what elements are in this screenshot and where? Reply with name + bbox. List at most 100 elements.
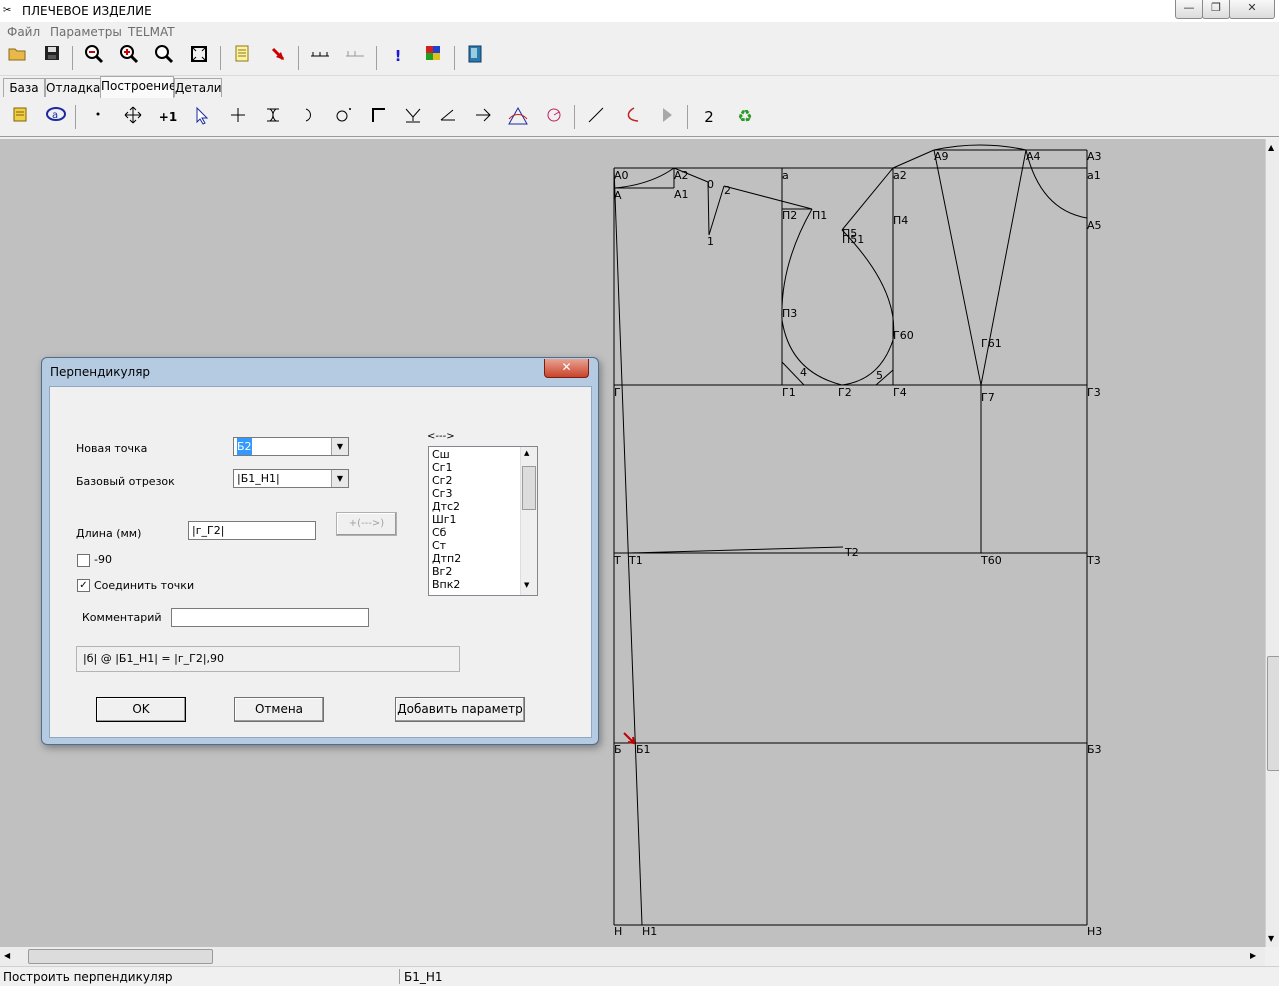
corner-icon[interactable] bbox=[366, 105, 390, 129]
triangle-arc-icon[interactable] bbox=[506, 105, 530, 129]
horizontal-scrollbar[interactable]: ◀ ▶ bbox=[0, 947, 1265, 966]
length-label: Длина (мм) bbox=[76, 527, 142, 540]
window-title: ПЛЕЧЕВОЕ ИЗДЕЛИЕ bbox=[22, 4, 152, 18]
point-label: П1 bbox=[812, 209, 827, 222]
scroll-up-icon[interactable]: ▲ bbox=[524, 449, 529, 457]
list-item[interactable]: Впк2 bbox=[432, 578, 461, 591]
point-label: Н3 bbox=[1087, 925, 1102, 938]
tab-debug[interactable]: Отладка bbox=[45, 78, 101, 97]
cross-icon[interactable] bbox=[226, 105, 250, 129]
point-label: Т1 bbox=[628, 554, 643, 567]
list-item[interactable]: Сб bbox=[432, 526, 461, 539]
menu-file[interactable]: Файл bbox=[7, 25, 40, 39]
zoom-icon[interactable] bbox=[152, 44, 176, 68]
cancel-button[interactable]: Отмена bbox=[234, 697, 324, 722]
menu-parameters[interactable]: Параметры bbox=[50, 25, 122, 39]
tab-base[interactable]: База bbox=[3, 78, 45, 97]
zoom-in-icon[interactable] bbox=[117, 44, 141, 68]
tab-construction[interactable]: Построение bbox=[100, 76, 176, 98]
plus-one-icon[interactable]: +1 bbox=[156, 105, 180, 129]
palette-icon[interactable] bbox=[421, 44, 445, 68]
scroll-down-icon[interactable]: ▼ bbox=[1268, 934, 1274, 943]
tab-details[interactable]: Детали bbox=[174, 78, 222, 97]
point-label: Г4 bbox=[893, 386, 907, 399]
chevron-down-icon[interactable]: ▼ bbox=[331, 470, 348, 487]
new-point-combo[interactable]: Б2 ▼ bbox=[233, 437, 349, 456]
curve-icon[interactable] bbox=[619, 105, 643, 129]
document-icon[interactable] bbox=[230, 44, 254, 68]
list-scrollbar[interactable]: ▲ ▼ bbox=[520, 447, 537, 595]
circle-point-icon[interactable] bbox=[331, 105, 355, 129]
point-label: Б bbox=[614, 743, 622, 756]
pattern-line bbox=[841, 167, 894, 231]
bracket-icon[interactable] bbox=[261, 105, 285, 129]
book-icon[interactable] bbox=[463, 44, 487, 68]
point-label: 5 bbox=[876, 369, 883, 382]
base-segment-combo[interactable]: |Б1_Н1| ▼ bbox=[233, 469, 349, 488]
arc-circle-icon[interactable] bbox=[542, 105, 566, 129]
exclamation-icon[interactable]: ! bbox=[386, 44, 410, 68]
scroll-down-icon[interactable]: ▼ bbox=[524, 581, 529, 589]
parameter-list[interactable]: Сш Сг1 Сг2 Сг3 Дтс2 Шг1 Сб Ст Дтп2 Вг2 Впк2 ▲ ▼ bbox=[428, 446, 538, 596]
list-item[interactable]: Дтп2 bbox=[432, 552, 461, 565]
horizontal-scroll-thumb[interactable] bbox=[28, 949, 213, 964]
ok-button[interactable]: OK bbox=[96, 697, 186, 722]
perpendicular-icon[interactable] bbox=[401, 105, 425, 129]
list-scroll-thumb[interactable] bbox=[522, 466, 536, 510]
point-label: Г2 bbox=[838, 386, 852, 399]
chevron-down-icon[interactable]: ▼ bbox=[331, 438, 348, 455]
list-item[interactable]: Сш bbox=[432, 448, 461, 461]
measure-icon[interactable] bbox=[308, 44, 332, 68]
counter-label[interactable]: 2 bbox=[697, 105, 721, 129]
pointer-tool-icon[interactable] bbox=[266, 44, 290, 68]
length-value: |г_Г2| bbox=[192, 524, 225, 537]
pattern-line bbox=[892, 149, 935, 169]
line-icon[interactable] bbox=[584, 105, 608, 129]
vertical-scrollbar[interactable]: ▲ ▼ bbox=[1265, 139, 1279, 947]
open-folder-icon[interactable] bbox=[5, 44, 29, 68]
close-button[interactable]: ✕ bbox=[1229, 0, 1275, 19]
angle-icon[interactable] bbox=[436, 105, 460, 129]
minus90-checkbox[interactable] bbox=[77, 554, 90, 567]
list-item[interactable]: Сг2 bbox=[432, 474, 461, 487]
point-label: а1 bbox=[1087, 169, 1101, 182]
half-circle-icon[interactable] bbox=[296, 105, 320, 129]
scroll-left-icon[interactable]: ◀ bbox=[4, 951, 10, 960]
cursor-marker-icon bbox=[623, 732, 636, 745]
zoom-out-icon[interactable] bbox=[82, 44, 106, 68]
list-item[interactable]: Дтс2 bbox=[432, 500, 461, 513]
list-item[interactable]: Сг3 bbox=[432, 487, 461, 500]
move-icon[interactable] bbox=[121, 105, 145, 129]
maximize-button[interactable]: ❐ bbox=[1202, 0, 1230, 19]
list-item[interactable]: Сг1 bbox=[432, 461, 461, 474]
comment-input[interactable] bbox=[171, 608, 369, 627]
point-icon[interactable] bbox=[86, 105, 110, 129]
recycle-icon[interactable]: ♻ bbox=[733, 105, 757, 129]
vertical-scroll-thumb[interactable] bbox=[1267, 656, 1279, 771]
notes-icon[interactable] bbox=[8, 105, 32, 129]
connect-points-checkbox[interactable]: ✓ bbox=[77, 579, 90, 592]
pattern-curve bbox=[781, 208, 843, 386]
dialog-body: Новая точка Б2 ▼ Базовый отрезок |Б1_Н1|… bbox=[49, 386, 592, 738]
scroll-up-icon[interactable]: ▲ bbox=[1268, 143, 1274, 152]
point-label: А3 bbox=[1087, 150, 1102, 163]
add-parameter-button[interactable]: Добавить параметр bbox=[395, 697, 525, 722]
tab-strip: База Отладка Построение Детали bbox=[0, 76, 1279, 98]
fit-view-icon[interactable] bbox=[187, 44, 211, 68]
arrow-right-icon[interactable] bbox=[471, 105, 495, 129]
expression-text: |б| @ |Б1_Н1| = |г_Г2|,90 bbox=[83, 652, 225, 665]
list-item[interactable]: Ст bbox=[432, 539, 461, 552]
menu-telmat[interactable]: TELMAT bbox=[128, 25, 175, 39]
save-icon[interactable] bbox=[40, 44, 64, 68]
length-input[interactable]: |г_Г2| bbox=[188, 521, 316, 540]
list-item[interactable]: Шг1 bbox=[432, 513, 461, 526]
list-item[interactable]: Вг2 bbox=[432, 565, 461, 578]
select-arrow-icon[interactable] bbox=[191, 105, 215, 129]
point-label: Т2 bbox=[844, 546, 859, 559]
point-label: Г bbox=[614, 386, 621, 399]
scroll-right-icon[interactable]: ▶ bbox=[1250, 951, 1256, 960]
at-point-icon[interactable]: a bbox=[44, 105, 68, 129]
point-label: Б1 bbox=[636, 743, 651, 756]
dialog-close-button[interactable]: ✕ bbox=[544, 359, 589, 378]
minimize-button[interactable]: — bbox=[1175, 0, 1203, 19]
